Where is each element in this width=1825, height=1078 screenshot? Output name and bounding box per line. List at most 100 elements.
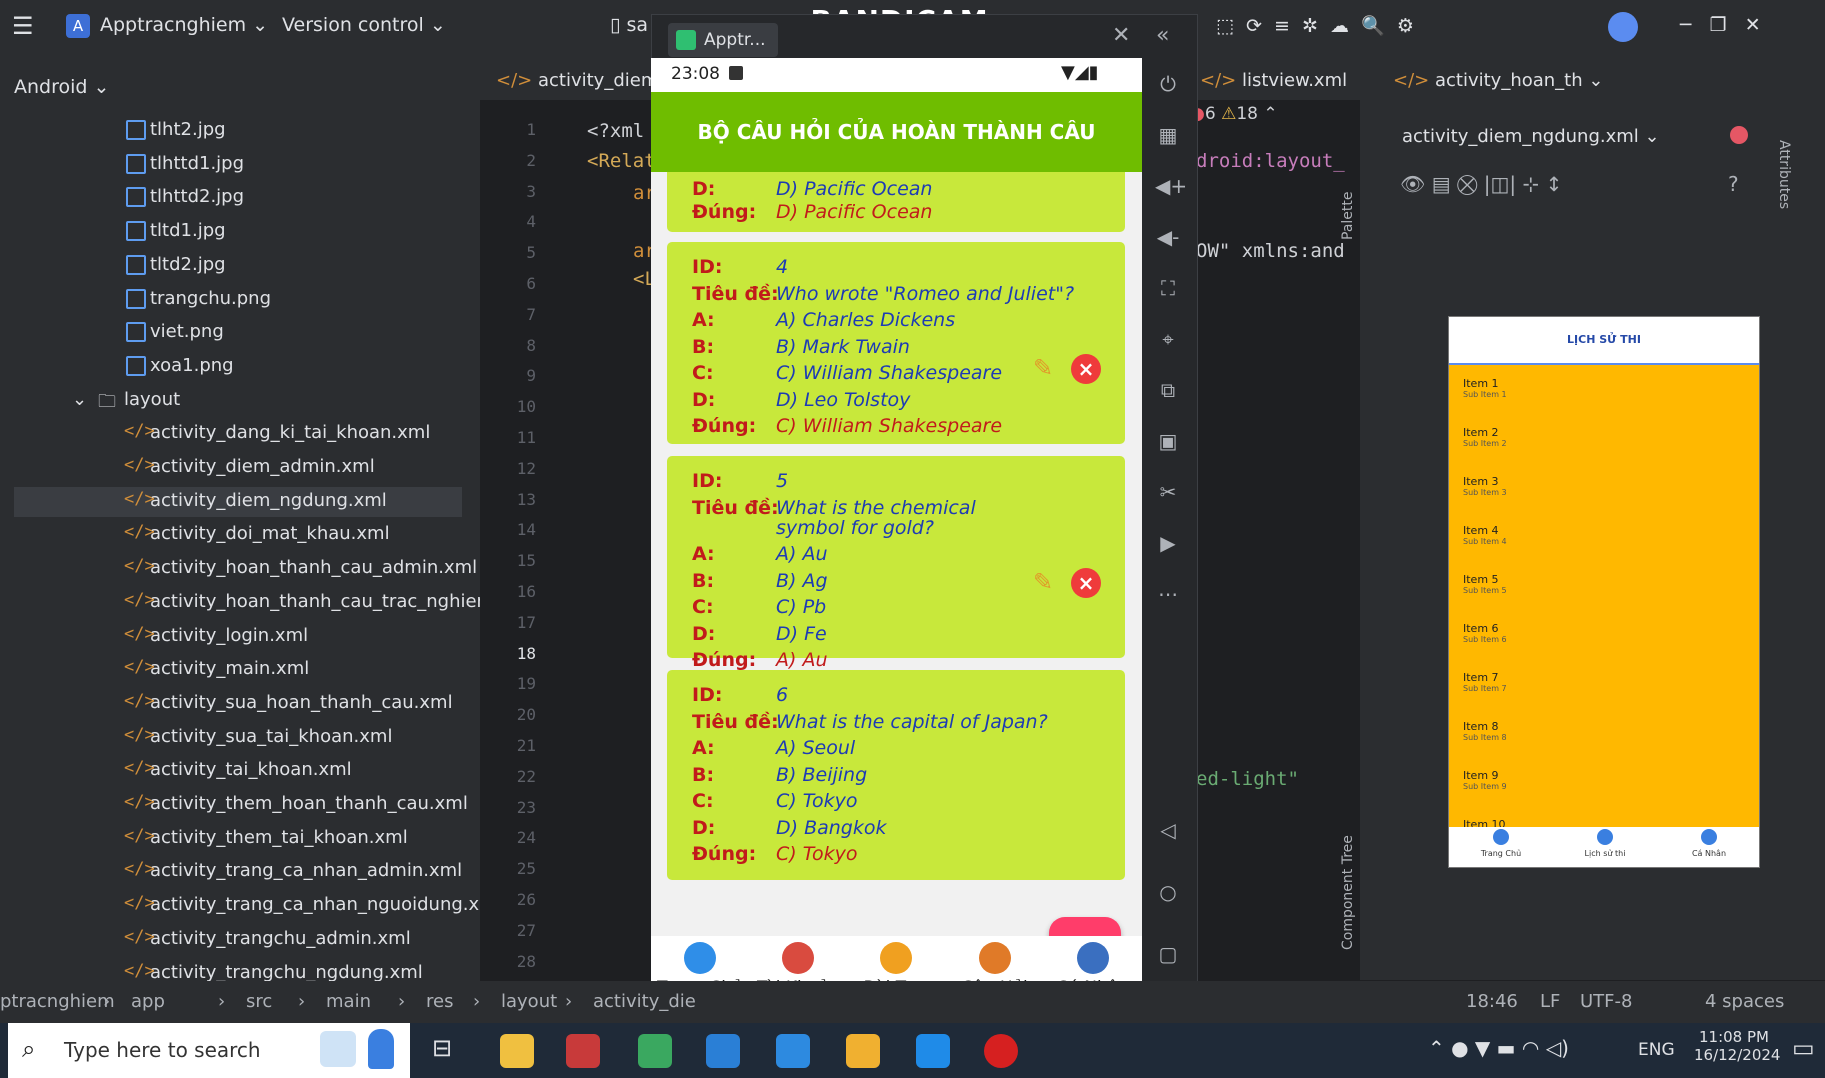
edit-pencil-icon[interactable]: ✎ (1033, 354, 1059, 382)
design-toolbar[interactable]: 👁 ▤ ⛒ |◫| ⊹ ↕ (1400, 172, 1562, 196)
tree-item-layout-file[interactable]: </> activity_hoan_thanh_cau_admin.xml (0, 554, 480, 584)
file-explorer-icon[interactable] (500, 1034, 534, 1068)
help-icon[interactable]: ? (1728, 172, 1739, 196)
back-icon[interactable]: ◁ (1155, 818, 1181, 844)
delete-button[interactable]: × (1071, 354, 1101, 384)
emulator-tool-icon[interactable]: ▣ (1155, 429, 1181, 455)
tree-item-layout-file[interactable]: </> activity_trang_ca_nhan_nguoidung.xm (0, 891, 497, 921)
tree-item-file[interactable]: xoa1.png (0, 352, 480, 382)
component-tree-side-tab[interactable]: Component Tree (1340, 800, 1360, 950)
breadcrumb-item[interactable]: src (246, 991, 272, 1012)
tree-item-layout-file[interactable]: </> activity_trang_ca_nhan_admin.xml (0, 857, 480, 887)
attributes-side-tab[interactable]: Attributes (1772, 140, 1792, 240)
code-right-1: droid:layout_ (1196, 150, 1345, 172)
tree-item-layout-file[interactable]: </> activity_trangchu_admin.xml (0, 925, 480, 955)
tab-activity-hoan[interactable]: </> activity_hoan_th ⌄ (1393, 70, 1603, 91)
emulator-tool-icon[interactable]: ◀+ (1155, 174, 1187, 200)
language-indicator[interactable]: ENG (1638, 1040, 1675, 1060)
clock[interactable]: 11:08 PM 16/12/2024 (1694, 1028, 1780, 1064)
breadcrumb-item[interactable]: res (426, 991, 453, 1012)
palette-side-tab[interactable]: Palette (1340, 130, 1360, 241)
tree-item-file[interactable]: trangchu.png (0, 285, 480, 315)
tree-item-file[interactable]: tltd2.jpg (0, 251, 480, 281)
notification-center-icon[interactable]: ▭ (1792, 1034, 1815, 1062)
tree-item-layout-file[interactable]: </> activity_login.xml (0, 622, 480, 652)
design-file-dropdown[interactable]: activity_diem_ngdung.xml ⌄ (1402, 126, 1660, 147)
inspection-widget[interactable]: ●6 ⚠18 ⌃ (1190, 104, 1278, 124)
tree-item-layout-file[interactable]: </> activity_sua_tai_khoan.xml (0, 723, 480, 753)
emulator-tool-icon[interactable]: ⋯ (1155, 582, 1181, 608)
vcs-dropdown[interactable]: Version control ⌄ (282, 14, 446, 36)
status-position[interactable]: 18:46 (1466, 991, 1518, 1012)
project-name-dropdown[interactable]: Apptracnghiem ⌄ (100, 14, 268, 36)
edit-pencil-icon[interactable]: ✎ (1033, 568, 1059, 596)
tree-folder-layout[interactable]: ⌄ 🗀 layout (0, 386, 480, 416)
tree-item-layout-file[interactable]: </> activity_hoan_thanh_cau_trac_nghiem (0, 588, 494, 618)
tree-item-file[interactable]: tlhttd1.jpg (0, 150, 480, 180)
store-icon[interactable] (776, 1034, 810, 1068)
tree-item-layout-file[interactable]: </> activity_doi_mat_khau.xml (0, 520, 480, 550)
status-indent[interactable]: 4 spaces (1705, 991, 1784, 1012)
tree-item-layout-file[interactable]: </> activity_main.xml (0, 655, 480, 685)
tree-item-layout-file[interactable]: </> activity_dang_ki_tai_khoan.xml (0, 419, 480, 449)
line-number: 16 (516, 582, 536, 601)
android-studio-icon[interactable] (916, 1034, 950, 1068)
tree-item-layout-file[interactable]: </> activity_diem_admin.xml (0, 453, 480, 483)
tree-item-layout-file[interactable]: </> activity_tai_khoan.xml (0, 756, 480, 786)
overview-icon[interactable]: ▢ (1155, 942, 1181, 968)
layout-preview[interactable]: LỊCH SỬ THI Item 1 Sub Item 1 Item 2 Sub It… (1448, 316, 1760, 868)
bandicam-icon[interactable] (846, 1034, 880, 1068)
record-icon[interactable] (984, 1034, 1018, 1068)
card-field-row: D: D) Bangkok (667, 817, 1125, 841)
breadcrumb-item[interactable]: layout (501, 991, 557, 1012)
emulator-tool-icon[interactable]: ✂ (1155, 480, 1181, 506)
project-tree: tlht2.jpg tlhttd1.jpg tlhttd2.jpg tltd1.jpg… (0, 116, 497, 983)
add-question-fab[interactable]: + (1049, 917, 1121, 936)
vscode-icon[interactable] (706, 1034, 740, 1068)
emulator-tool-icon[interactable]: ⛶ (1155, 276, 1181, 302)
emulator-tool-icon[interactable]: ⧉ (1155, 378, 1181, 404)
emulator-tool-icon[interactable]: ⌖ (1155, 327, 1181, 353)
toolbar-icons[interactable]: ⬚ ⟳ ≡ ✲ ☁ 🔍 ⚙ (1216, 14, 1414, 37)
tree-item-file[interactable]: viet.png (0, 318, 480, 348)
tree-item-file[interactable]: tlht2.jpg (0, 116, 480, 146)
tree-item-layout-file[interactable]: </> activity_sua_hoan_thanh_cau.xml (0, 689, 480, 719)
field-value: A) Seoul (776, 737, 856, 759)
tree-item-layout-file[interactable]: </> activity_them_hoan_thanh_cau.xml (0, 790, 480, 820)
tab-activity-diem[interactable]: </> activity_diem_ (496, 70, 667, 91)
main-menu-icon[interactable]: ☰ (12, 12, 34, 40)
breadcrumb-item[interactable]: ptracnghiem (0, 991, 115, 1012)
breadcrumb-item[interactable]: main (326, 991, 371, 1012)
status-encoding[interactable]: UTF-8 (1580, 991, 1632, 1012)
task-view-icon[interactable]: ⊟ (432, 1034, 452, 1062)
window-controls[interactable]: ─ ❐ ✕ (1680, 14, 1761, 36)
error-indicator-icon[interactable] (1730, 126, 1748, 144)
question-list[interactable]: D: D) Pacific Ocean Đúng: D) Pacific Ocean… (651, 172, 1142, 936)
chrome-icon[interactable] (638, 1034, 672, 1068)
line-number: 11 (516, 428, 536, 447)
tree-item-file[interactable]: tltd1.jpg (0, 217, 480, 247)
device-icon[interactable]: ▯ sa (610, 14, 648, 36)
card-field-row: C: C) Pb (667, 596, 1125, 620)
emulator-tool-icon[interactable]: ◀- (1155, 225, 1181, 251)
emulator-tool-icon[interactable]: ⏻ (1155, 72, 1181, 98)
breadcrumb-item[interactable]: app (131, 991, 165, 1012)
panel-title[interactable]: Android ⌄ (14, 76, 109, 98)
close-icon[interactable]: ✕ (1112, 23, 1130, 48)
emulator-tool-icon[interactable]: ▶ (1155, 531, 1181, 557)
tree-item-layout-file[interactable]: </> activity_diem_ngdung.xml (14, 486, 462, 517)
app-icon[interactable] (566, 1034, 600, 1068)
taskbar-search[interactable]: ⌕ Type here to search (8, 1023, 410, 1078)
home-icon[interactable]: ○ (1155, 880, 1181, 906)
tree-item-layout-file[interactable]: </> activity_them_tai_khoan.xml (0, 824, 480, 854)
collapse-icon[interactable]: « (1156, 23, 1169, 48)
status-line_sep[interactable]: LF (1540, 991, 1560, 1012)
delete-button[interactable]: × (1071, 568, 1101, 598)
system-tray-icons[interactable]: ⌃ ● ▼ ▬ ◠ ◁) (1428, 1036, 1569, 1060)
emulator-tool-icon[interactable]: ▦ (1155, 123, 1181, 149)
tab-listview[interactable]: </> listview.xml (1200, 70, 1347, 91)
avatar[interactable] (1608, 12, 1638, 42)
tree-item-file[interactable]: tlhttd2.jpg (0, 183, 480, 213)
emulator-tab[interactable]: Apptr... (668, 23, 778, 57)
breadcrumb-item[interactable]: activity_die (593, 991, 696, 1012)
